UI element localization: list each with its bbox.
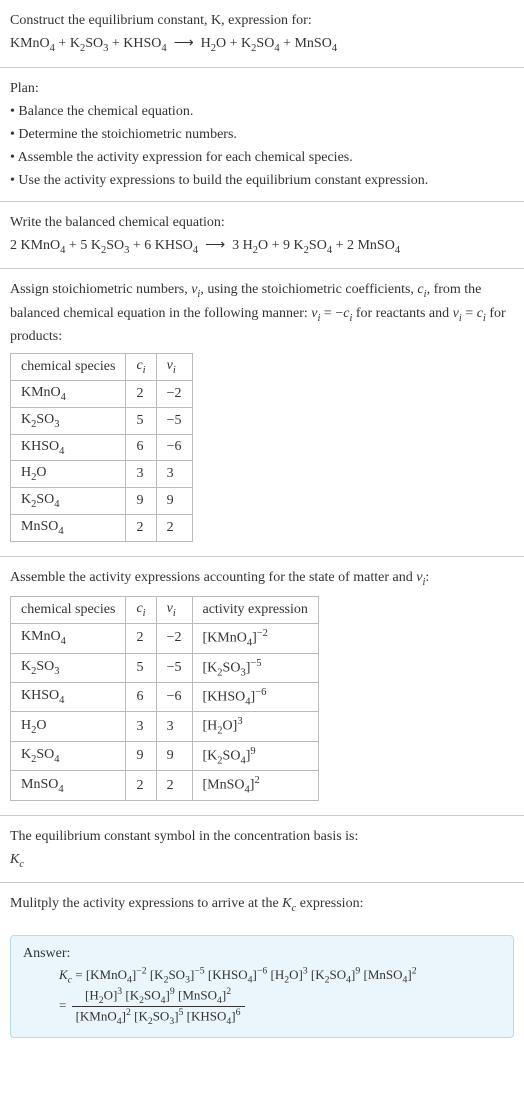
cell-species: KHSO4	[11, 683, 126, 712]
table-row: KMnO4 2 −2	[11, 380, 193, 407]
cell-vi: 2	[156, 771, 192, 800]
cell-species: K2SO4	[11, 741, 126, 770]
table-header-row: chemical species ci νi activity expressi…	[11, 597, 319, 624]
plan-section: Plan: • Balance the chemical equation. •…	[0, 68, 524, 202]
intro-section: Construct the equilibrium constant, K, e…	[0, 0, 524, 68]
cell-activity: [KHSO4]−6	[192, 683, 318, 712]
plan-bullet-3: • Assemble the activity expression for e…	[10, 147, 514, 168]
table-header-row: chemical species ci νi	[11, 354, 193, 381]
plan-title: Plan:	[10, 78, 514, 99]
table-row: H2O 3 3	[11, 461, 193, 488]
th-ci: ci	[126, 354, 156, 381]
plan-bullet-2: • Determine the stoichiometric numbers.	[10, 124, 514, 145]
cell-vi: 9	[156, 488, 192, 515]
cell-species: KMnO4	[11, 624, 126, 653]
th-species: chemical species	[11, 354, 126, 381]
cell-species: H2O	[11, 712, 126, 741]
cell-vi: −5	[156, 407, 192, 434]
th-species: chemical species	[11, 597, 126, 624]
stoich-paragraph: Assign stoichiometric numbers, νi, using…	[10, 279, 514, 347]
cell-species: MnSO4	[11, 771, 126, 800]
table-row: MnSO4 2 2 [MnSO4]2	[11, 771, 319, 800]
equals-sign: =	[59, 997, 70, 1012]
cell-vi: 2	[156, 514, 192, 541]
cell-ci: 9	[126, 488, 156, 515]
cell-vi: −2	[156, 624, 192, 653]
fraction-numerator: [H2O]3 [K2SO4]9 [MnSO4]2	[72, 986, 245, 1007]
table-row: K2SO4 9 9 [K2SO4]9	[11, 741, 319, 770]
cell-species: K2SO4	[11, 488, 126, 515]
cell-species: K2SO3	[11, 653, 126, 682]
cell-activity: [KMnO4]−2	[192, 624, 318, 653]
cell-vi: 3	[156, 461, 192, 488]
cell-ci: 5	[126, 407, 156, 434]
cell-vi: 3	[156, 712, 192, 741]
answer-label: Answer:	[23, 946, 501, 962]
th-vi: νi	[156, 354, 192, 381]
intro-line1: Construct the equilibrium constant, K, e…	[10, 10, 514, 31]
table-row: KMnO4 2 −2 [KMnO4]−2	[11, 624, 319, 653]
stoich-section: Assign stoichiometric numbers, νi, using…	[0, 269, 524, 557]
cell-species: K2SO3	[11, 407, 126, 434]
table-row: K2SO4 9 9	[11, 488, 193, 515]
plan-bullet-1: • Balance the chemical equation.	[10, 101, 514, 122]
cell-species: MnSO4	[11, 514, 126, 541]
plan-bullet-4: • Use the activity expressions to build …	[10, 170, 514, 191]
symbol-section: The equilibrium constant symbol in the c…	[0, 816, 524, 884]
cell-vi: −5	[156, 653, 192, 682]
cell-ci: 2	[126, 624, 156, 653]
cell-ci: 9	[126, 741, 156, 770]
fraction-denominator: [KMnO4]2 [K2SO3]5 [KHSO4]6	[72, 1007, 245, 1027]
cell-ci: 6	[126, 434, 156, 461]
answer-equation: Kc = [KMnO4]−2 [K2SO3]−5 [KHSO4]−6 [H2O]…	[23, 966, 501, 1027]
cell-species: H2O	[11, 461, 126, 488]
multiply-line: Mulitply the activity expressions to arr…	[10, 893, 514, 917]
cell-ci: 3	[126, 461, 156, 488]
cell-vi: −6	[156, 683, 192, 712]
cell-ci: 6	[126, 683, 156, 712]
cell-ci: 5	[126, 653, 156, 682]
activity-section: Assemble the activity expressions accoun…	[0, 557, 524, 816]
cell-ci: 3	[126, 712, 156, 741]
answer-line1: Kc = [KMnO4]−2 [K2SO3]−5 [KHSO4]−6 [H2O]…	[59, 967, 417, 982]
balanced-equation: 2 KMnO4 + 5 K2SO3 + 6 KHSO4 ⟶ 3 H2O + 9 …	[10, 235, 514, 259]
cell-species: KMnO4	[11, 380, 126, 407]
symbol-line1: The equilibrium constant symbol in the c…	[10, 826, 514, 847]
balanced-title: Write the balanced chemical equation:	[10, 212, 514, 233]
symbol-line2: Kc	[10, 849, 514, 873]
th-activity: activity expression	[192, 597, 318, 624]
cell-vi: −6	[156, 434, 192, 461]
table-row: K2SO3 5 −5	[11, 407, 193, 434]
cell-activity: [K2SO4]9	[192, 741, 318, 770]
table-row: KHSO4 6 −6 [KHSO4]−6	[11, 683, 319, 712]
answer-box: Answer: Kc = [KMnO4]−2 [K2SO3]−5 [KHSO4]…	[10, 935, 514, 1038]
cell-ci: 2	[126, 514, 156, 541]
intro-equation: KMnO4 + K2SO3 + KHSO4 ⟶ H2O + K2SO4 + Mn…	[10, 33, 514, 57]
cell-vi: −2	[156, 380, 192, 407]
cell-ci: 2	[126, 380, 156, 407]
cell-vi: 9	[156, 741, 192, 770]
activity-table: chemical species ci νi activity expressi…	[10, 596, 319, 801]
table-row: MnSO4 2 2	[11, 514, 193, 541]
table-row: H2O 3 3 [H2O]3	[11, 712, 319, 741]
cell-species: KHSO4	[11, 434, 126, 461]
balanced-section: Write the balanced chemical equation: 2 …	[0, 202, 524, 270]
table-row: KHSO4 6 −6	[11, 434, 193, 461]
cell-activity: [K2SO3]−5	[192, 653, 318, 682]
cell-activity: [H2O]3	[192, 712, 318, 741]
multiply-section: Mulitply the activity expressions to arr…	[0, 883, 524, 927]
th-ci: ci	[126, 597, 156, 624]
cell-activity: [MnSO4]2	[192, 771, 318, 800]
table-row: K2SO3 5 −5 [K2SO3]−5	[11, 653, 319, 682]
activity-paragraph: Assemble the activity expressions accoun…	[10, 567, 514, 591]
th-vi: νi	[156, 597, 192, 624]
cell-ci: 2	[126, 771, 156, 800]
stoich-table: chemical species ci νi KMnO4 2 −2 K2SO3 …	[10, 353, 193, 542]
answer-fraction: [H2O]3 [K2SO4]9 [MnSO4]2 [KMnO4]2 [K2SO3…	[72, 986, 245, 1027]
